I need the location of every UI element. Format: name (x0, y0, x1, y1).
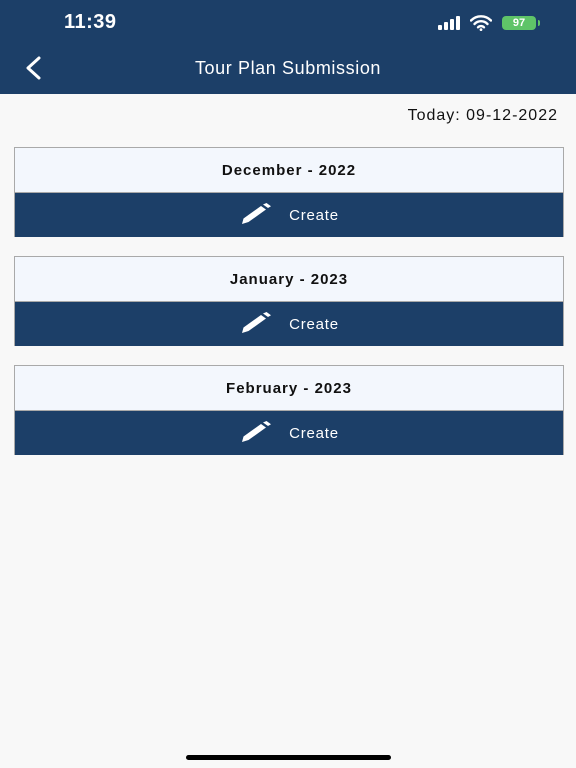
wifi-icon (470, 15, 492, 31)
today-date: Today: 09-12-2022 (407, 107, 558, 124)
month-title: February - 2023 (15, 366, 563, 411)
status-time: 11:39 (64, 11, 117, 33)
app-header: 11:39 97 Tour Plan Submission (0, 0, 576, 94)
create-button-label: Create (289, 315, 339, 333)
month-card-december-2022: December - 2022 Create (14, 147, 564, 237)
home-indicator[interactable] (186, 755, 391, 760)
create-button-label: Create (289, 206, 339, 224)
create-button[interactable]: Create (15, 193, 563, 237)
month-card-january-2023: January - 2023 Create (14, 256, 564, 346)
create-button-label: Create (289, 424, 339, 442)
month-title: January - 2023 (15, 257, 563, 302)
pencil-icon (242, 312, 272, 333)
pencil-icon (242, 203, 272, 224)
month-title: December - 2022 (15, 148, 563, 193)
battery-level: 97 (512, 17, 526, 29)
month-card-february-2023: February - 2023 Create (14, 365, 564, 455)
create-button[interactable]: Create (15, 411, 563, 455)
create-button[interactable]: Create (15, 302, 563, 346)
page-title: Tour Plan Submission (194, 58, 382, 78)
status-icons: 97 (438, 14, 540, 32)
cellular-signal-icon (438, 16, 460, 30)
pencil-icon (242, 421, 272, 442)
battery-icon: 97 (502, 16, 540, 30)
